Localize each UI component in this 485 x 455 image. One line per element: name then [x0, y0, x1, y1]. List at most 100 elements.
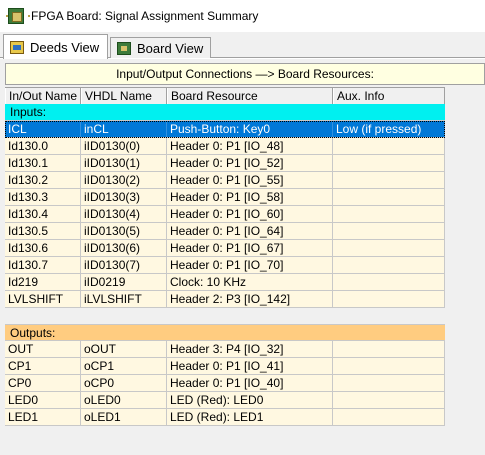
- aux-info-cell[interactable]: [333, 375, 445, 391]
- board-resource-cell[interactable]: Header 0: P1 [IO_64]: [167, 223, 333, 239]
- aux-info-cell[interactable]: [333, 240, 445, 256]
- table-row[interactable]: Id130.3 iID0130(3) Header 0: P1 [IO_58]: [5, 189, 445, 206]
- vhdl-name-cell[interactable]: oLED1: [81, 409, 167, 425]
- signal-name-cell[interactable]: Id130.2: [5, 172, 81, 188]
- vhdl-name-cell[interactable]: iID0130(6): [81, 240, 167, 256]
- vhdl-name-cell[interactable]: oOUT: [81, 341, 167, 357]
- vhdl-name-cell[interactable]: oCP1: [81, 358, 167, 374]
- tab-board-view[interactable]: Board View: [110, 37, 211, 58]
- section-gap: [5, 308, 445, 324]
- signal-name-cell[interactable]: CP1: [5, 358, 81, 374]
- board-resource-cell[interactable]: Header 0: P1 [IO_70]: [167, 257, 333, 273]
- inputs-rows: ICL inCL Push-Button: Key0 Low (if pressed)…: [5, 121, 445, 308]
- column-header-vhdl-name[interactable]: VHDL Name: [81, 88, 167, 104]
- board-resource-cell[interactable]: LED (Red): LED1: [167, 409, 333, 425]
- table-row[interactable]: OUT oOUT Header 3: P4 [IO_32]: [5, 341, 445, 358]
- vhdl-name-cell[interactable]: inCL: [81, 121, 167, 137]
- table-row[interactable]: Id130.6 iID0130(6) Header 0: P1 [IO_67]: [5, 240, 445, 257]
- aux-info-cell[interactable]: [333, 223, 445, 239]
- table-row[interactable]: CP0 oCP0 Header 0: P1 [IO_40]: [5, 375, 445, 392]
- aux-info-cell[interactable]: [333, 291, 445, 307]
- aux-info-cell[interactable]: [333, 189, 445, 205]
- board-resource-cell[interactable]: Header 0: P1 [IO_67]: [167, 240, 333, 256]
- table-row[interactable]: Id130.0 iID0130(0) Header 0: P1 [IO_48]: [5, 138, 445, 155]
- table-header: In/Out Name VHDL Name Board Resource Aux…: [5, 87, 445, 104]
- aux-info-cell[interactable]: [333, 206, 445, 222]
- signal-table: In/Out Name VHDL Name Board Resource Aux…: [5, 87, 445, 426]
- vhdl-name-cell[interactable]: iLVLSHIFT: [81, 291, 167, 307]
- signal-name-cell[interactable]: Id130.0: [5, 138, 81, 154]
- outputs-rows: OUT oOUT Header 3: P4 [IO_32] CP1 oCP1 Header…: [5, 341, 445, 426]
- table-row[interactable]: Id219 iID0219 Clock: 10 KHz: [5, 274, 445, 291]
- aux-info-cell[interactable]: [333, 257, 445, 273]
- aux-info-cell[interactable]: [333, 341, 445, 357]
- table-row[interactable]: Id130.1 iID0130(1) Header 0: P1 [IO_52]: [5, 155, 445, 172]
- signal-name-cell[interactable]: Id130.3: [5, 189, 81, 205]
- table-row[interactable]: LED1 oLED1 LED (Red): LED1: [5, 409, 445, 426]
- inputs-section-header: Inputs:: [5, 104, 445, 121]
- vhdl-name-cell[interactable]: iID0130(4): [81, 206, 167, 222]
- tab-label: Board View: [137, 40, 204, 56]
- table-row[interactable]: Id130.7 iID0130(7) Header 0: P1 [IO_70]: [5, 257, 445, 274]
- signal-name-cell[interactable]: Id219: [5, 274, 81, 290]
- signal-name-cell[interactable]: Id130.5: [5, 223, 81, 239]
- aux-info-cell[interactable]: Low (if pressed): [333, 121, 445, 137]
- vhdl-name-cell[interactable]: iID0130(0): [81, 138, 167, 154]
- fpga-board-icon: [6, 8, 30, 24]
- aux-info-cell[interactable]: [333, 155, 445, 171]
- vhdl-name-cell[interactable]: iID0130(2): [81, 172, 167, 188]
- aux-info-cell[interactable]: [333, 409, 445, 425]
- signal-name-cell[interactable]: ICL: [5, 121, 81, 137]
- column-header-board-resource[interactable]: Board Resource: [167, 88, 333, 104]
- table-row[interactable]: Id130.4 iID0130(4) Header 0: P1 [IO_60]: [5, 206, 445, 223]
- vhdl-name-cell[interactable]: oCP0: [81, 375, 167, 391]
- signal-name-cell[interactable]: Id130.1: [5, 155, 81, 171]
- board-resource-cell[interactable]: Header 2: P3 [IO_142]: [167, 291, 333, 307]
- board-resource-cell[interactable]: Header 3: P4 [IO_32]: [167, 341, 333, 357]
- aux-info-cell[interactable]: [333, 358, 445, 374]
- vhdl-name-cell[interactable]: iID0130(5): [81, 223, 167, 239]
- table-row[interactable]: CP1 oCP1 Header 0: P1 [IO_41]: [5, 358, 445, 375]
- vhdl-name-cell[interactable]: oLED0: [81, 392, 167, 408]
- outputs-section-header: Outputs:: [5, 324, 445, 341]
- vhdl-name-cell[interactable]: iID0130(3): [81, 189, 167, 205]
- board-resource-cell[interactable]: Header 0: P1 [IO_60]: [167, 206, 333, 222]
- aux-info-cell[interactable]: [333, 172, 445, 188]
- aux-info-cell[interactable]: [333, 274, 445, 290]
- board-resource-cell[interactable]: Header 0: P1 [IO_41]: [167, 358, 333, 374]
- signal-name-cell[interactable]: OUT: [5, 341, 81, 357]
- board-resource-cell[interactable]: Clock: 10 KHz: [167, 274, 333, 290]
- board-resource-cell[interactable]: Header 0: P1 [IO_40]: [167, 375, 333, 391]
- board-resource-cell[interactable]: LED (Red): LED0: [167, 392, 333, 408]
- signal-name-cell[interactable]: LED1: [5, 409, 81, 425]
- board-resource-cell[interactable]: Header 0: P1 [IO_55]: [167, 172, 333, 188]
- board-resource-cell[interactable]: Header 0: P1 [IO_58]: [167, 189, 333, 205]
- deeds-view-icon: [10, 40, 24, 54]
- aux-info-cell[interactable]: [333, 138, 445, 154]
- signal-name-cell[interactable]: LED0: [5, 392, 81, 408]
- board-resource-cell[interactable]: Header 0: P1 [IO_48]: [167, 138, 333, 154]
- signal-name-cell[interactable]: CP0: [5, 375, 81, 391]
- signal-name-cell[interactable]: Id130.6: [5, 240, 81, 256]
- window-title: FPGA Board: Signal Assignment Summary: [31, 9, 259, 23]
- column-header-inout-name[interactable]: In/Out Name: [5, 88, 81, 104]
- table-row[interactable]: ICL inCL Push-Button: Key0 Low (if pressed): [5, 121, 445, 138]
- table-row[interactable]: LVLSHIFT iLVLSHIFT Header 2: P3 [IO_142]: [5, 291, 445, 308]
- column-header-aux-info[interactable]: Aux. Info: [333, 88, 445, 104]
- board-resource-cell[interactable]: Header 0: P1 [IO_52]: [167, 155, 333, 171]
- table-row[interactable]: LED0 oLED0 LED (Red): LED0: [5, 392, 445, 409]
- table-row[interactable]: Id130.2 iID0130(2) Header 0: P1 [IO_55]: [5, 172, 445, 189]
- tab-deeds-view[interactable]: Deeds View: [3, 34, 108, 59]
- signal-name-cell[interactable]: Id130.4: [5, 206, 81, 222]
- signal-name-cell[interactable]: Id130.7: [5, 257, 81, 273]
- content-panel: Input/Output Connections —> Board Resour…: [0, 59, 485, 455]
- vhdl-name-cell[interactable]: iID0219: [81, 274, 167, 290]
- signal-name-cell[interactable]: LVLSHIFT: [5, 291, 81, 307]
- aux-info-cell[interactable]: [333, 392, 445, 408]
- table-row[interactable]: Id130.5 iID0130(5) Header 0: P1 [IO_64]: [5, 223, 445, 240]
- board-resource-cell[interactable]: Push-Button: Key0: [167, 121, 333, 137]
- vhdl-name-cell[interactable]: iID0130(1): [81, 155, 167, 171]
- vhdl-name-cell[interactable]: iID0130(7): [81, 257, 167, 273]
- tab-label: Deeds View: [30, 39, 100, 55]
- board-view-icon: [117, 41, 131, 55]
